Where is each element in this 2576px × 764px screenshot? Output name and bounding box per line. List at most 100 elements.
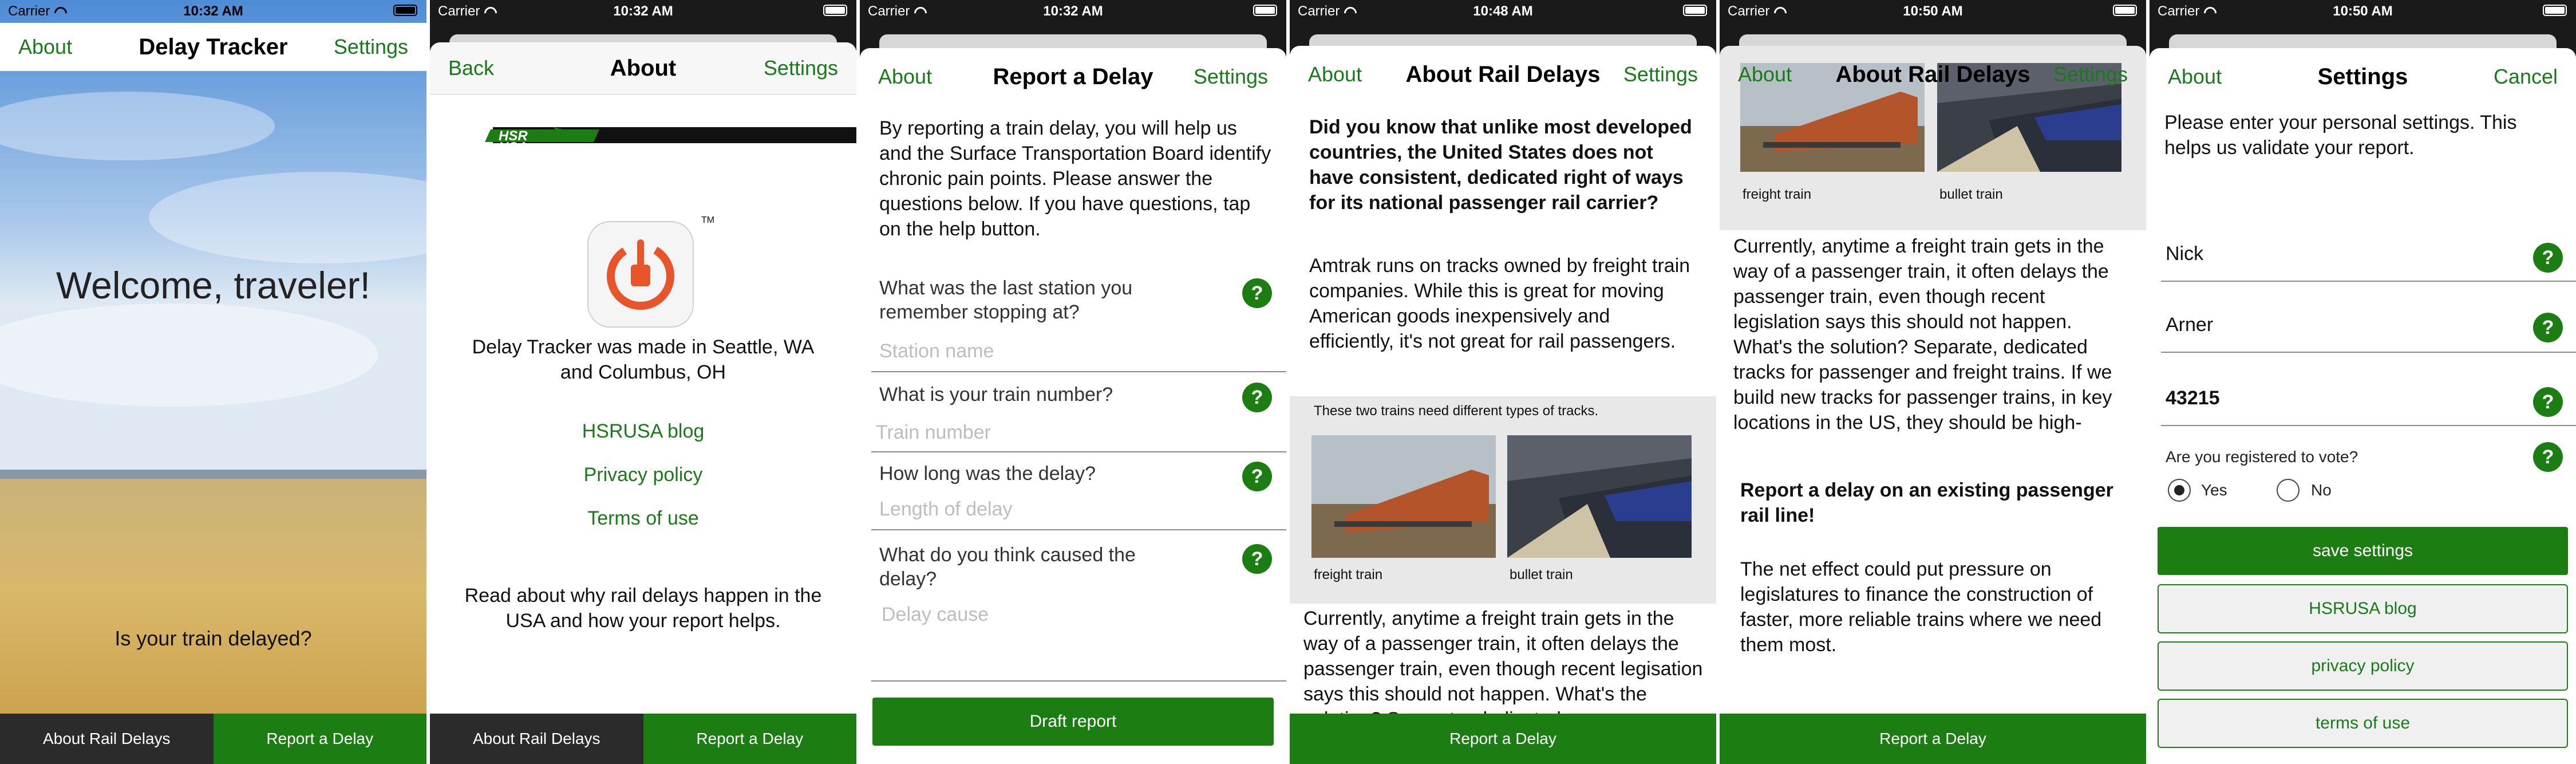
settings-button[interactable]: Settings (764, 42, 838, 94)
tab-report-delay[interactable]: Report a Delay (1720, 714, 2146, 764)
draft-report-button[interactable]: Draft report (872, 698, 1274, 746)
hsrusa-blog-link[interactable]: HSRUSA blog (430, 420, 856, 443)
about-screen: Carrier 10:32 AM Back About Settings HSR… (430, 0, 856, 764)
report-existing-line-link[interactable]: Report a delay on an existing passenger … (1740, 478, 2129, 528)
about-button[interactable]: About (1738, 46, 1792, 103)
train-number-input[interactable]: Train number (876, 422, 991, 444)
currently-paragraph: Currently, anytime a freight train gets … (1733, 235, 2112, 434)
delay-cause-input[interactable]: Delay cause (882, 604, 989, 626)
rail-delays-screen-1: Carrier 10:48 AM About About Rail Delays… (1290, 0, 1716, 764)
help-train-number-button[interactable]: ? (1242, 383, 1272, 412)
help-zip-button[interactable]: ? (2533, 387, 2563, 417)
hsrusa-blog-button[interactable]: HSRUSA blog (2158, 584, 2568, 633)
first-name-field[interactable]: Nick (2166, 243, 2203, 265)
trains-photo-panel: These two trains need different types of… (1290, 396, 1716, 604)
terms-of-use-link[interactable]: Terms of use (430, 507, 856, 530)
home-screen: Carrier 10:32 AM About Delay Tracker Set… (0, 0, 426, 764)
nav-bar: About About Rail Delays Settings (1720, 46, 2146, 103)
battery-icon (1253, 5, 1277, 16)
help-delay-cause-button[interactable]: ? (1242, 544, 1272, 574)
status-bar: Carrier 10:32 AM (0, 0, 426, 23)
about-button[interactable]: About (2168, 48, 2222, 105)
bullet-caption: bullet train (1939, 187, 2003, 202)
clock: 10:50 AM (2333, 3, 2393, 19)
welcome-heading: Welcome, traveler! (56, 264, 370, 306)
settings-button[interactable]: Settings (1623, 46, 1698, 103)
terms-of-use-button[interactable]: terms of use (2158, 699, 2568, 748)
tab-report-delay[interactable]: Report a Delay (1290, 714, 1716, 764)
report-sheet: About Report a Delay Settings By reporti… (860, 48, 1286, 764)
help-delay-length-button[interactable]: ? (1242, 462, 1272, 491)
tab-report-delay[interactable]: Report a Delay (643, 714, 856, 764)
battery-icon (1683, 5, 1707, 16)
divider (871, 529, 1286, 530)
about-button[interactable]: About (18, 23, 72, 71)
help-first-name-button[interactable]: ? (2533, 243, 2563, 273)
net-effect-paragraph: The net effect could put pressure on leg… (1740, 558, 2102, 656)
status-bar: Carrier 10:50 AM (2150, 0, 2576, 23)
privacy-policy-button[interactable]: privacy policy (2158, 641, 2568, 691)
delay-length-input[interactable]: Length of delay (879, 498, 1013, 521)
nav-bar: About Delay Tracker Settings (0, 23, 426, 71)
nav-bar: About About Rail Delays Settings (1290, 46, 1716, 103)
divider (2161, 425, 2576, 426)
tab-about-rail-delays[interactable]: About Rail Delays (0, 714, 214, 764)
help-station-button[interactable]: ? (1242, 278, 1272, 308)
divider (2161, 281, 2576, 282)
help-vote-button[interactable]: ? (2533, 442, 2563, 472)
currently-paragraph: Currently, anytime a freight train gets … (1303, 608, 1703, 718)
report-intro: By reporting a train delay, you will hel… (879, 117, 1271, 240)
delayed-question: Is your train delayed? (114, 627, 312, 650)
freight-caption: freight train (1314, 567, 1383, 582)
privacy-policy-link[interactable]: Privacy policy (430, 464, 856, 486)
settings-button[interactable]: Settings (2053, 46, 2128, 103)
vote-yes-label: Yes (2201, 481, 2227, 499)
status-bar: Carrier 10:32 AM (860, 0, 1286, 23)
logo-text: HSR USA (499, 128, 528, 155)
about-button[interactable]: About (878, 48, 932, 105)
clock: 10:32 AM (613, 3, 673, 19)
last-name-field[interactable]: Arner (2166, 314, 2213, 336)
battery-icon (2113, 5, 2137, 16)
help-last-name-button[interactable]: ? (2533, 313, 2563, 342)
battery-icon (2543, 5, 2567, 16)
nav-bar: About Settings Cancel (2150, 48, 2576, 105)
vote-yes-radio[interactable] (2168, 479, 2191, 502)
vote-no-label: No (2311, 481, 2332, 499)
nav-bar: Back About Settings (430, 42, 856, 94)
status-bar: Carrier 10:50 AM (1720, 0, 2146, 23)
about-sheet: Back About Settings HSR USA TM Delay Tra… (430, 42, 856, 764)
rail-sheet: freight train bullet train Currently, an… (1720, 46, 2146, 764)
save-settings-button[interactable]: save settings (2158, 527, 2568, 575)
status-bar: Carrier 10:32 AM (430, 0, 856, 23)
tab-bar: Report a Delay (1290, 714, 1716, 764)
settings-sheet: About Settings Cancel Please enter your … (2150, 48, 2576, 764)
question-station: What was the last station you remember s… (879, 277, 1133, 323)
cancel-button[interactable]: Cancel (2494, 48, 2558, 105)
tab-bar: About Rail Delays Report a Delay (430, 714, 856, 764)
bullet-train-photo (1507, 435, 1692, 558)
settings-button[interactable]: Settings (334, 23, 408, 71)
rail-sheet: About About Rail Delays Settings Did you… (1290, 46, 1716, 764)
question-train-number: What is your train number? (879, 384, 1113, 405)
read-more-text: Read about why rail delays happen in the… (464, 585, 822, 632)
back-button[interactable]: Back (448, 42, 494, 94)
station-name-input[interactable]: Station name (879, 340, 994, 363)
zip-code-field[interactable]: 43215 (2166, 387, 2220, 409)
divider (2161, 352, 2576, 353)
vote-no-radio[interactable] (2277, 479, 2300, 502)
divider (871, 451, 1286, 452)
bullet-caption: bullet train (1510, 567, 1573, 582)
nav-bar: About Report a Delay Settings (860, 48, 1286, 105)
did-you-know-text: Did you know that unlike most developed … (1309, 116, 1692, 214)
tab-about-rail-delays[interactable]: About Rail Delays (430, 714, 643, 764)
tab-report-delay[interactable]: Report a Delay (213, 714, 426, 764)
settings-button[interactable]: Settings (1194, 48, 1268, 105)
made-in-text: Delay Tracker was made in Seattle, WA an… (472, 336, 815, 383)
vote-question: Are you registered to vote? (2166, 448, 2358, 466)
about-button[interactable]: About (1308, 46, 1362, 103)
freight-train-photo (1311, 435, 1496, 558)
settings-screen: Carrier 10:50 AM About Settings Cancel P… (2150, 0, 2576, 764)
battery-icon (393, 5, 417, 16)
divider (871, 680, 1286, 682)
